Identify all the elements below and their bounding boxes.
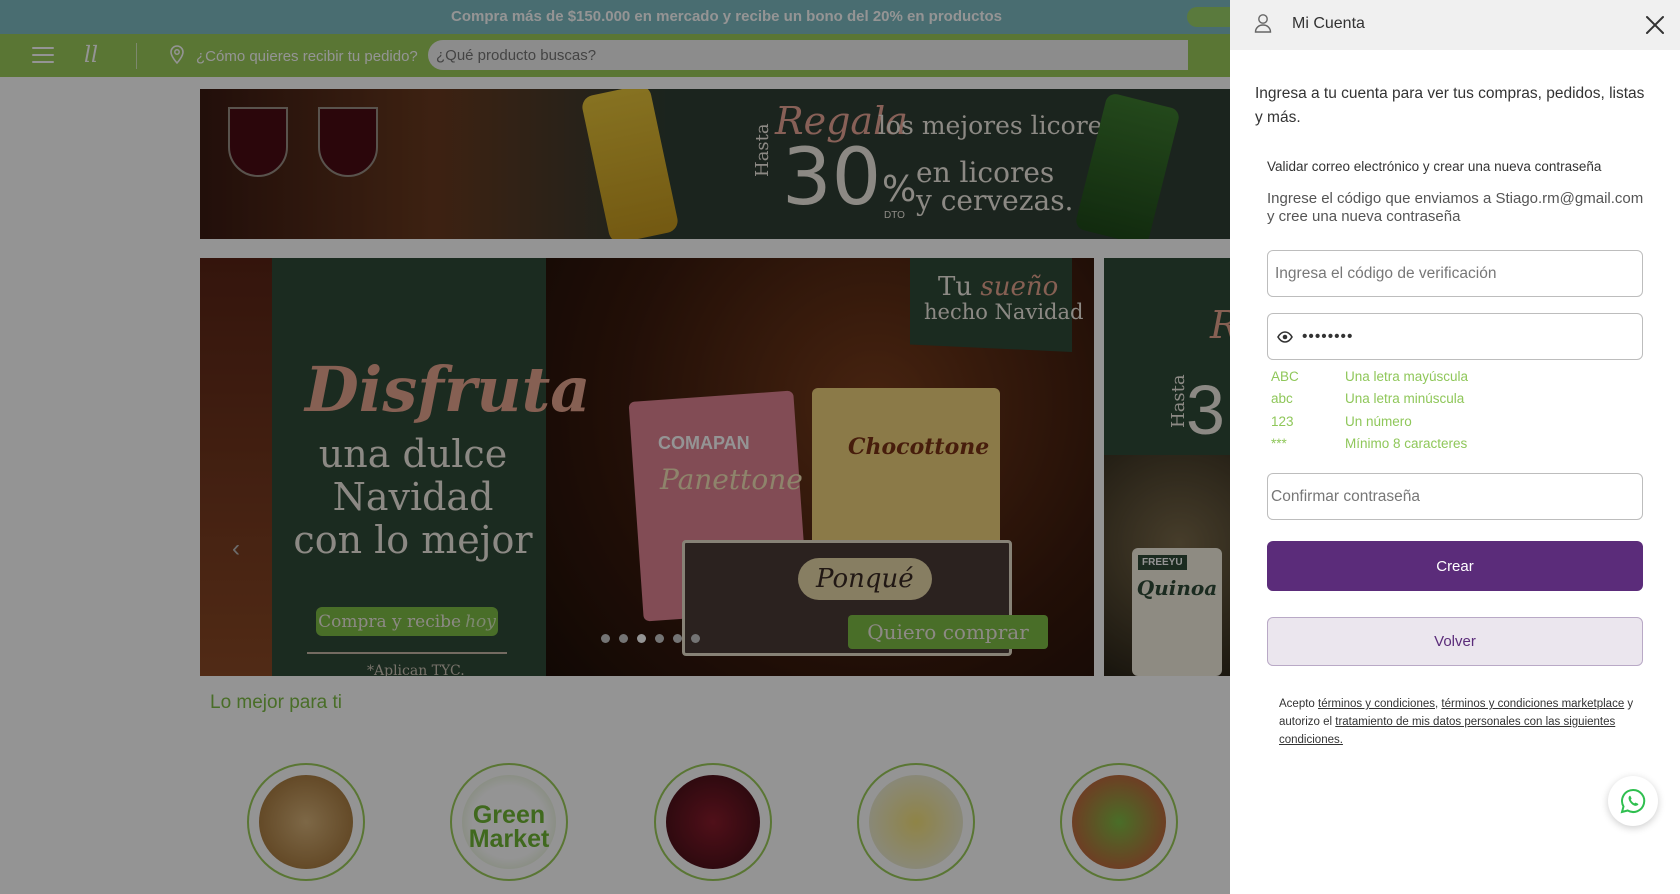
marketplace-terms-link[interactable]: términos y condiciones marketplace (1441, 698, 1624, 710)
rule-text: Un número (1345, 414, 1412, 429)
legal-text: Acepto términos y condiciones, términos … (1279, 695, 1639, 749)
validate-title: Validar correo electrónico y crear una n… (1267, 159, 1602, 174)
confirm-password-input[interactable] (1268, 474, 1642, 519)
password-rule: *** Mínimo 8 caracteres (1271, 436, 1467, 451)
new-password-field[interactable] (1267, 313, 1643, 360)
password-rule: ABC Una letra mayúscula (1271, 369, 1468, 384)
rule-key: 123 (1271, 414, 1294, 429)
eye-icon[interactable] (1277, 330, 1293, 344)
legal-prefix: Acepto (1279, 698, 1315, 710)
rule-text: Una letra minúscula (1345, 391, 1465, 406)
whatsapp-icon (1620, 788, 1646, 814)
new-password-input[interactable] (1268, 314, 1642, 359)
panel-header: Mi Cuenta (1230, 0, 1680, 50)
rule-key: ABC (1271, 369, 1299, 384)
create-button[interactable]: Crear (1267, 541, 1643, 591)
rule-key: *** (1271, 436, 1287, 451)
account-panel: Mi Cuenta Ingresa a tu cuenta para ver t… (1230, 0, 1680, 894)
whatsapp-button[interactable] (1608, 776, 1658, 826)
legal-comma: , (1435, 698, 1439, 710)
password-rule: 123 Un número (1271, 414, 1412, 429)
confirm-password-field[interactable] (1267, 473, 1643, 520)
panel-title: Mi Cuenta (1292, 15, 1365, 32)
validate-description: Ingrese el código que enviamos a Stiago.… (1267, 190, 1644, 225)
terms-link[interactable]: términos y condiciones (1318, 698, 1435, 710)
rule-text: Mínimo 8 caracteres (1345, 436, 1468, 451)
verification-code-field[interactable] (1267, 250, 1643, 297)
verification-code-input[interactable] (1268, 251, 1642, 296)
rule-key: abc (1271, 391, 1293, 406)
modal-backdrop[interactable] (0, 0, 1230, 894)
intro-text: Ingresa a tu cuenta para ver tus compras… (1255, 85, 1645, 126)
user-icon (1254, 14, 1272, 33)
rule-text: Una letra mayúscula (1345, 369, 1469, 384)
back-button[interactable]: Volver (1267, 617, 1643, 666)
password-rule: abc Una letra minúscula (1271, 391, 1464, 406)
close-icon[interactable] (1642, 12, 1668, 38)
